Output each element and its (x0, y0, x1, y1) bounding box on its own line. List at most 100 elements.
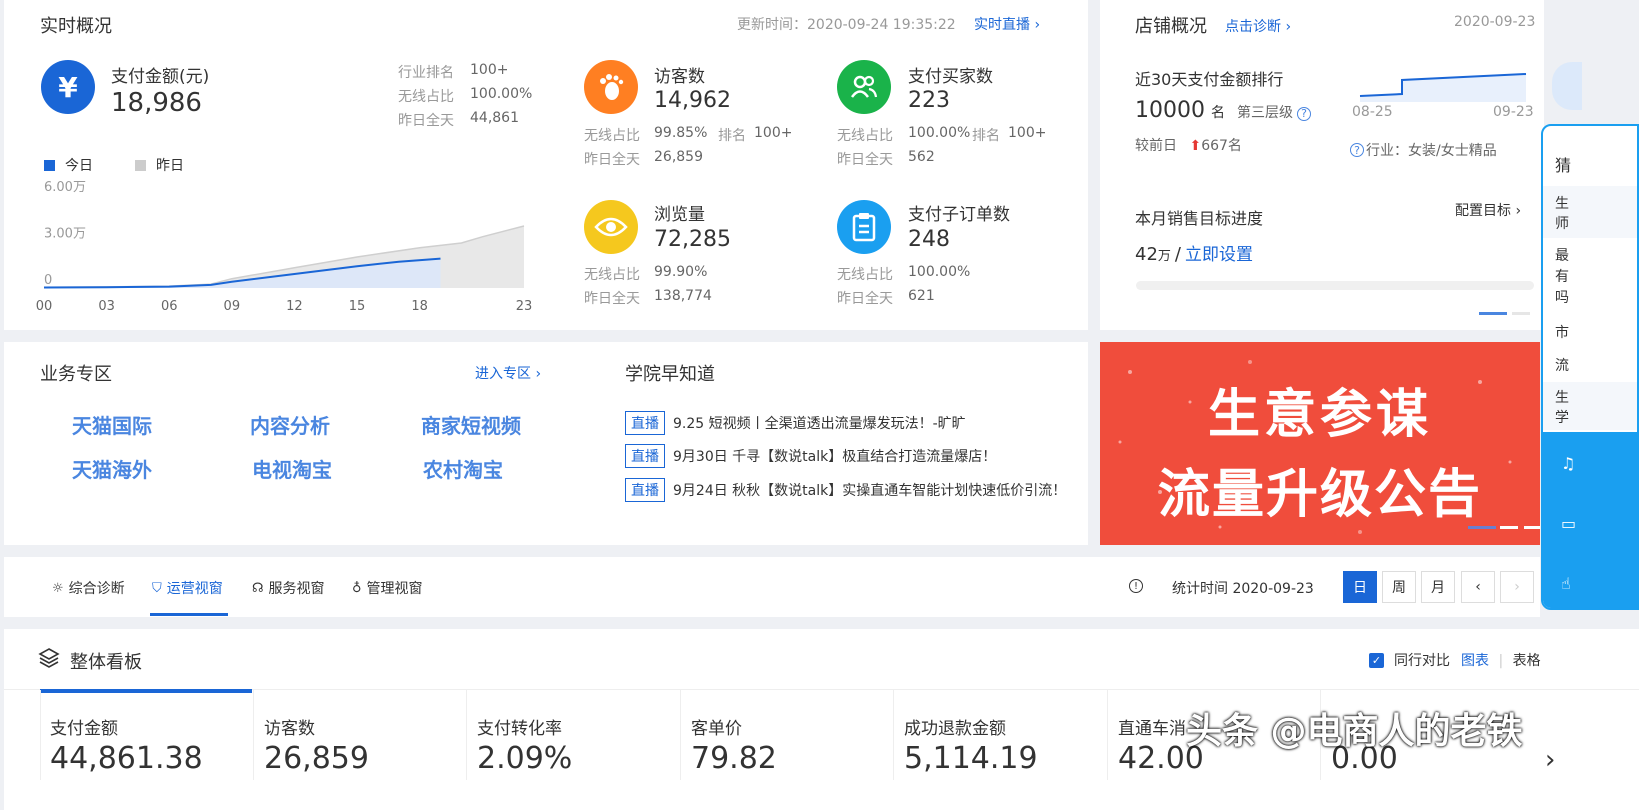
visitors-rank-label: 排名 (718, 128, 746, 144)
chevron-right-icon: › (535, 366, 542, 382)
floating-blob (1552, 62, 1582, 110)
month-button[interactable]: 月 (1421, 571, 1455, 603)
legend-yesterday[interactable]: 昨日 (135, 155, 184, 175)
rank30-label: 近30天支付金额排行 (1135, 70, 1284, 89)
side-panel-row[interactable]: 最有吗 (1543, 242, 1637, 310)
buyers-wl-value: 100.00% (908, 125, 971, 141)
slash: / (1174, 244, 1181, 265)
live-tag: 直播 (625, 478, 665, 502)
yday-label: 昨日全天 (398, 113, 454, 129)
metric-pay-amount[interactable]: 支付金额 44,861.38 (40, 706, 252, 776)
metric-label: 成功退款金额 (904, 719, 1006, 739)
tab-management[interactable]: ♁ 管理视窗 (352, 578, 423, 598)
rank-value: 10000 (1135, 98, 1205, 123)
table-view-link[interactable]: 表格 (1513, 653, 1541, 669)
metric-visitors[interactable]: 访客数 26,859 (254, 706, 466, 776)
chart-view-link[interactable]: 图表 (1461, 653, 1489, 669)
biz-link-tmall-overseas[interactable]: 天猫海外 (72, 454, 152, 483)
x-tick-label: 15 (349, 299, 366, 314)
date-start: 08-25 (1352, 104, 1393, 120)
live-link-label: 实时直播 (974, 17, 1030, 33)
metric-value: 79.82 (691, 741, 777, 776)
tab-label: 运营视窗 (166, 581, 223, 597)
carousel-dot-active[interactable] (1479, 312, 1507, 315)
diagnose-link[interactable]: 点击诊断 › (1225, 16, 1291, 36)
banner-dot[interactable] (1524, 526, 1540, 529)
tab-label: 管理视窗 (366, 581, 423, 597)
academy-item[interactable]: 直播 9.25 短视频丨全渠道透出流量爆发玩法！-旷旷 (625, 411, 966, 435)
layers-icon (38, 647, 60, 673)
target-line: 42 万 / 立即设置 (1135, 240, 1253, 265)
legend-today[interactable]: 今日 (44, 155, 93, 175)
banner-dot[interactable] (1500, 526, 1518, 529)
side-panel-row[interactable]: 生师 (1543, 186, 1637, 238)
x-tick-label: 18 (411, 299, 428, 314)
metrics-next-icon[interactable]: › (1545, 745, 1555, 775)
metric-avg-order[interactable]: 客单价 79.82 (681, 706, 893, 776)
pageviews-value: 72,285 (654, 227, 731, 252)
next-button[interactable]: › (1500, 571, 1534, 603)
carousel-dot[interactable] (1512, 312, 1530, 315)
suborders-label: 支付子订单数 (908, 205, 1010, 225)
help-icon[interactable]: ? (1297, 106, 1311, 121)
biz-link-content-analysis[interactable]: 内容分析 (250, 410, 330, 439)
side-panel-row[interactable]: 生学 (1543, 382, 1637, 430)
buyers-yd-value: 562 (908, 149, 935, 165)
prev-button[interactable]: ‹ (1461, 571, 1495, 603)
yday-value: 44,861 (470, 110, 519, 126)
pageviews-wl-label: 无线占比 (584, 267, 640, 283)
rank-unit: 名 (1211, 105, 1225, 121)
rank-level: 第三层级 (1237, 105, 1293, 121)
week-button[interactable]: 周 (1382, 571, 1416, 603)
vs-value: 667名 (1201, 138, 1242, 154)
realtime-card: 实时概况 更新时间：2020-09-24 19:35:22 实时直播 › ¥ 支… (4, 0, 1088, 330)
enter-zone-link[interactable]: 进入专区 › (475, 363, 541, 383)
target-unit: 万 (1157, 249, 1171, 264)
chevron-right-icon: › (1034, 17, 1041, 33)
realtime-title: 实时概况 (40, 16, 112, 37)
biz-link-tv-taobao[interactable]: 电视淘宝 (252, 454, 332, 483)
headset-icon: ☊ (252, 580, 264, 596)
tab-overall-diagnosis[interactable]: ☼ 综合诊断 (52, 578, 125, 598)
promo-banner[interactable]: 生意参谋 流量升级公告 (1100, 342, 1540, 545)
academy-title: 学院早知道 (625, 364, 715, 385)
chevron-left-icon: ‹ (1475, 579, 1481, 595)
day-button[interactable]: 日 (1343, 571, 1377, 603)
side-panel-text: 生 (1555, 196, 1569, 212)
visitors-rank-value: 100+ (754, 125, 793, 141)
industry-line: ? 行业：女装/女士精品 (1350, 140, 1497, 160)
metric-label: 客单价 (691, 719, 742, 739)
info-icon[interactable]: ! (1129, 579, 1143, 593)
set-target-link[interactable]: 立即设置 (1185, 240, 1253, 265)
metric-conversion[interactable]: 支付转化率 2.09% (467, 706, 679, 776)
config-link[interactable]: 配置目标 › (1455, 200, 1521, 220)
side-panel-row[interactable]: 流 (1555, 355, 1569, 375)
academy-item[interactable]: 直播 9月30日 千寻【数说talk】极直结合打造流量爆店！ (625, 444, 996, 468)
live-link[interactable]: 实时直播 › (974, 14, 1040, 34)
biz-link-rural-taobao[interactable]: 农村淘宝 (423, 454, 503, 483)
tab-service[interactable]: ☊ 服务视窗 (252, 578, 325, 598)
academy-item-text: 9月24日 秋秋【数说talk】实操直通车智能计划快速低价引流！ (673, 483, 1067, 499)
tab-label: 综合诊断 (68, 581, 125, 597)
legend-yesterday-swatch (135, 159, 146, 171)
bell-icon[interactable]: ♫ (1561, 454, 1575, 473)
academy-item[interactable]: 直播 9月24日 秋秋【数说talk】实操直通车智能计划快速低价引流！ (625, 478, 1066, 502)
arrow-up-icon: ⬆ (1189, 138, 1202, 154)
x-tick-label: 09 (224, 299, 241, 314)
hand-icon[interactable]: ☝ (1561, 574, 1571, 593)
tab-operations[interactable]: ⛉ 运营视窗 (152, 578, 223, 598)
biz-link-tmall-intl[interactable]: 天猫国际 (72, 410, 152, 439)
side-panel[interactable]: 猜 生师 最有吗 市 流 生学 ♫ ▭ ☝ (1541, 124, 1639, 610)
help-icon[interactable]: ? (1350, 143, 1364, 157)
metric-refund[interactable]: 成功退款金额 5,114.19 (894, 706, 1106, 776)
banner-line2: 流量升级公告 (1157, 465, 1482, 525)
compare-label: 同行对比 (1394, 653, 1450, 669)
banner-dot-active[interactable] (1468, 526, 1496, 529)
checkbox-checked-icon: ✓ (1369, 652, 1384, 668)
side-panel-row[interactable]: 市 (1555, 322, 1569, 342)
chat-icon[interactable]: ▭ (1561, 514, 1576, 533)
live-tag: 直播 (625, 444, 665, 468)
y-tick-label: 3.00万 (44, 227, 86, 242)
biz-link-short-video[interactable]: 商家短视频 (421, 410, 521, 439)
compare-checkbox[interactable]: ✓ 同行对比 (1369, 650, 1450, 670)
